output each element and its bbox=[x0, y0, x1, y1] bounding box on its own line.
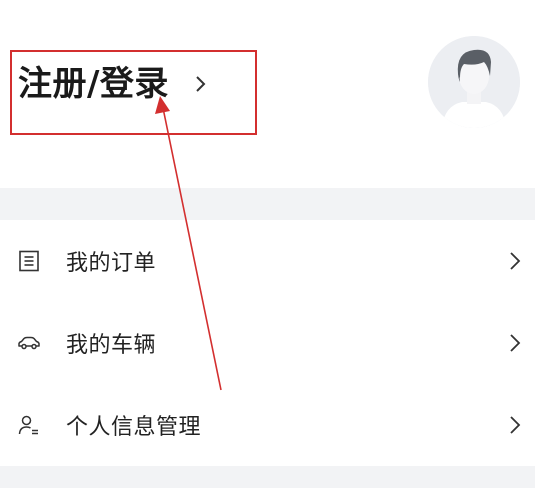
user-profile-icon bbox=[18, 415, 38, 435]
default-avatar-icon bbox=[428, 36, 520, 128]
chevron-right-icon bbox=[510, 252, 521, 270]
section-divider bbox=[0, 188, 535, 220]
menu-list: 我的订单 我的车辆 个人信息管理 bbox=[0, 220, 535, 466]
menu-item-label: 我的车辆 bbox=[66, 333, 157, 358]
login-register-label: 注册/登录 bbox=[18, 64, 169, 104]
car-icon bbox=[18, 336, 40, 350]
chevron-right-icon bbox=[196, 76, 206, 92]
avatar[interactable] bbox=[428, 36, 520, 128]
menu-item-profile[interactable]: 个人信息管理 bbox=[0, 384, 535, 466]
chevron-right-icon bbox=[510, 334, 521, 352]
order-list-icon bbox=[19, 250, 39, 272]
chevron-right-icon bbox=[510, 416, 521, 434]
section-divider bbox=[0, 466, 535, 488]
menu-item-orders[interactable]: 我的订单 bbox=[0, 220, 535, 302]
login-register-link[interactable]: 注册/登录 bbox=[18, 58, 209, 110]
menu-item-label: 个人信息管理 bbox=[66, 415, 202, 440]
profile-header: 注册/登录 bbox=[0, 0, 535, 188]
menu-item-label: 我的订单 bbox=[66, 251, 157, 276]
menu-item-vehicles[interactable]: 我的车辆 bbox=[0, 302, 535, 384]
